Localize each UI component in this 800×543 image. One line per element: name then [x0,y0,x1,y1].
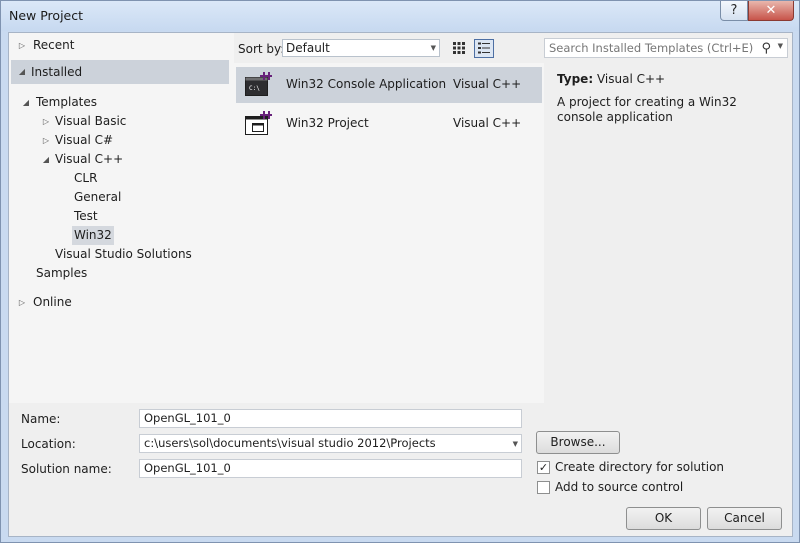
type-value: Visual C++ [596,72,666,86]
tree-item-label: General [74,190,122,204]
collapse-arrow-icon[interactable]: ◢ [41,150,51,169]
template-item-win32-console[interactable]: C:\ Win32 Console Application Visual C++ [236,67,542,103]
sort-dropdown[interactable]: Default ▼ [282,39,440,57]
collapse-arrow-icon[interactable]: ◢ [17,60,27,84]
solution-name-field[interactable]: OpenGL_101_0 [139,459,522,478]
small-icons-view-button[interactable] [449,39,469,58]
close-button[interactable]: ✕ [748,1,794,21]
collapse-arrow-icon[interactable]: ◢ [21,93,31,112]
tree-item-label: Online [33,295,72,309]
location-label: Location: [21,437,76,451]
tree-item-label: Win32 [72,226,114,245]
location-value: c:\users\sol\documents\visual studio 201… [144,436,436,450]
list-view-icon [478,42,490,54]
title-bar[interactable]: New Project ? ✕ [1,1,799,31]
search-icon[interactable]: ⚲ [761,41,771,56]
tree-item-label: Samples [36,266,88,280]
tree-item-label: Visual C# [55,133,114,147]
tree-item-label: Recent [33,38,75,52]
window-title: New Project [9,8,84,23]
template-language: Visual C++ [453,116,522,130]
create-directory-label[interactable]: Create directory for solution [555,460,724,474]
new-project-dialog: New Project ? ✕ ▷ Recent ◢ Installed ◢ T… [0,0,800,543]
source-control-label[interactable]: Add to source control [555,480,683,494]
template-language: Visual C++ [453,77,522,91]
ok-button[interactable]: OK [626,507,701,530]
template-description: A project for creating a Win32 console a… [557,95,737,124]
tree-item-label: Visual C++ [55,152,124,166]
template-name: Win32 Console Application [286,77,447,91]
search-placeholder: Search Installed Templates (Ctrl+E) [549,41,754,55]
dropdown-arrow-icon[interactable]: ▼ [513,436,518,452]
expand-arrow-icon[interactable]: ▷ [17,293,27,312]
tree-item-label: Visual Basic [55,114,127,128]
win32-project-icon [245,111,272,135]
medium-icons-view-button[interactable] [474,39,494,58]
tree-item-label: Test [74,209,98,223]
sort-toolbar: Sort by: Default ▼ [234,33,544,63]
tree-item-label: Visual Studio Solutions [55,247,192,261]
template-name: Win32 Project [286,116,369,130]
template-list: C:\ Win32 Console Application Visual C++… [234,63,544,403]
tree-item-label: CLR [74,171,98,185]
cancel-button[interactable]: Cancel [707,507,782,530]
svg-text:C:\: C:\ [249,85,260,92]
template-details-pane: Search Installed Templates (Ctrl+E) ⚲ ▼ … [544,33,792,403]
sort-value: Default [286,41,330,55]
dialog-client-area: ▷ Recent ◢ Installed ◢ Templates ▷ Visua… [8,32,793,537]
type-label: Type: [557,72,594,86]
expand-arrow-icon[interactable]: ▷ [17,36,27,55]
search-templates-input[interactable]: Search Installed Templates (Ctrl+E) ⚲ ▼ [544,38,788,58]
name-field[interactable]: OpenGL_101_0 [139,409,522,428]
tree-item-label: Templates [36,95,98,109]
sort-label: Sort by: [238,42,285,56]
tree-item-label: Installed [31,65,83,79]
template-item-win32-project[interactable]: Win32 Project Visual C++ [236,106,542,142]
tree-item-installed[interactable]: ◢ Installed [11,60,229,84]
location-combobox[interactable]: c:\users\sol\documents\visual studio 201… [139,434,522,453]
source-control-checkbox[interactable] [537,481,550,494]
grid-view-icon [453,42,465,54]
expand-arrow-icon[interactable]: ▷ [41,131,51,150]
solution-name-label: Solution name: [21,462,112,476]
name-label: Name: [21,412,61,426]
template-tree: ▷ Recent ◢ Installed ◢ Templates ▷ Visua… [9,33,234,403]
help-button[interactable]: ? [720,1,748,21]
browse-button[interactable]: Browse... [536,431,620,454]
template-type: Type: Visual C++ [557,72,665,86]
dropdown-arrow-icon: ▼ [430,44,436,52]
create-directory-checkbox[interactable]: ✓ [537,461,550,474]
expand-arrow-icon[interactable]: ▷ [41,112,51,131]
console-app-icon: C:\ [245,72,272,96]
search-dropdown-icon[interactable]: ▼ [778,42,783,50]
